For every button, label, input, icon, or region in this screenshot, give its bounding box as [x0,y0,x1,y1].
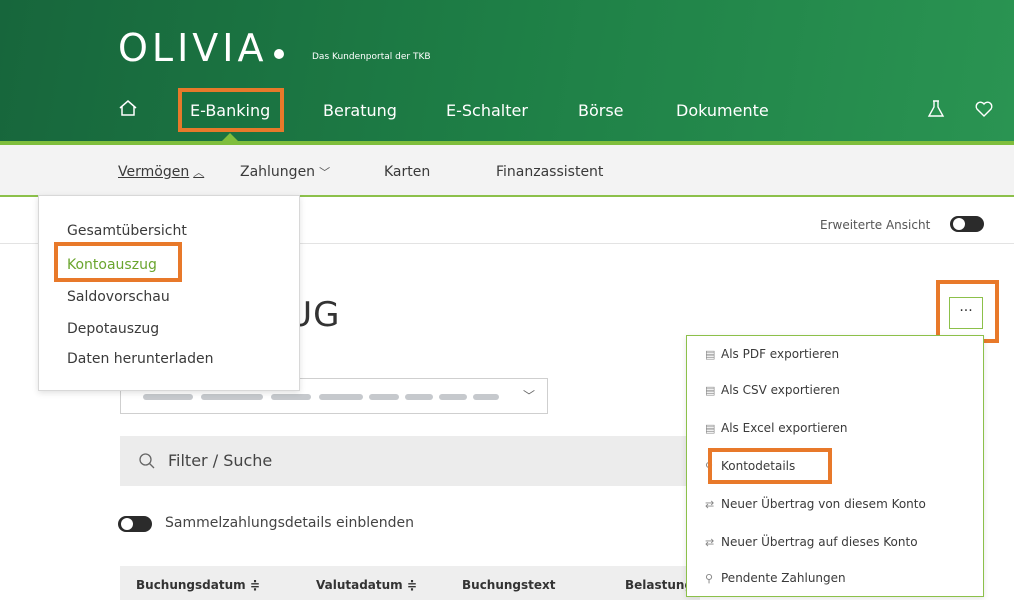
menu-item-depotauszug[interactable]: Depotauszug [67,320,159,338]
menu-item-excel-export[interactable]: ▤ Als Excel exportieren [705,420,847,436]
header: OLIVIA Das Kundenportal der TKB E-Bankin… [0,0,1014,145]
subnav-karten[interactable]: Karten [384,163,430,181]
col-valutadatum[interactable]: Valutadatum ≑ [316,578,417,592]
subnav-finanzassistent[interactable]: Finanzassistent [496,163,603,181]
document-icon: ▤ [705,422,716,435]
col-belastung[interactable]: Belastung [625,578,693,592]
subnav-vermoegen[interactable]: Vermögen ︿ [118,163,204,182]
menu-item-uebertrag-auf[interactable]: ⇄ Neuer Übertrag auf dieses Konto [705,534,918,550]
nav-dokumente[interactable]: Dokumente [676,101,769,121]
tagline: Das Kundenportal der TKB [312,52,431,62]
menu-item-gesamtuebersicht[interactable]: Gesamtübersicht [67,222,187,240]
menu-item-csv-export[interactable]: ▤ Als CSV exportieren [705,382,840,398]
highlight-kontodetails [708,448,832,484]
nav-beratung[interactable]: Beratung [323,101,397,121]
flask-icon[interactable] [926,99,946,119]
active-nav-indicator [222,133,238,141]
col-buchungstext[interactable]: Buchungstext [462,578,556,592]
nav-boerse[interactable]: Börse [578,101,624,121]
menu-item-pdf-export[interactable]: ▤ Als PDF exportieren [705,346,839,362]
search-icon: ⚲ [705,572,714,585]
highlight-kontoauszug [54,242,182,282]
heart-icon[interactable] [974,99,994,119]
menu-item-daten-herunterladen[interactable]: Daten herunterladen [67,350,213,368]
filter-placeholder: Filter / Suche [168,451,273,470]
chevron-down-icon: ﹀ [523,389,536,403]
chevron-up-icon: ︿ [193,166,205,179]
sammelzahlungsdetails-label: Sammelzahlungsdetails einblenden [165,515,414,531]
account-value-blurred [143,394,523,400]
document-icon: ▤ [705,348,716,361]
filter-search-bar[interactable]: Filter / Suche [120,436,700,486]
vermoegen-dropdown: Gesamtübersicht Kontoauszug Saldovorscha… [38,195,300,391]
nav-e-schalter[interactable]: E-Schalter [446,101,528,121]
document-icon: ▤ [705,384,716,397]
sammelzahlungsdetails-toggle[interactable] [118,516,152,532]
erweiterte-ansicht-label: Erweiterte Ansicht [820,218,931,232]
highlight-e-banking [178,88,284,132]
erweiterte-ansicht-toggle[interactable] [950,216,984,232]
menu-item-saldovorschau[interactable]: Saldovorschau [67,288,170,306]
transfer-icon: ⇄ [705,498,715,511]
subnav-zahlungen[interactable]: Zahlungen ﹀ [240,163,330,182]
menu-item-pendente-zahlungen[interactable]: ⚲ Pendente Zahlungen [705,570,846,586]
highlight-more-button [936,280,999,343]
olivia-logo[interactable]: OLIVIA [118,26,284,70]
transfer-icon: ⇄ [705,536,715,549]
chevron-down-icon: ﹀ [319,166,331,179]
search-icon [139,453,155,469]
home-icon[interactable] [118,98,138,118]
menu-item-uebertrag-von[interactable]: ⇄ Neuer Übertrag von diesem Konto [705,496,926,512]
col-buchungsdatum[interactable]: Buchungsdatum ≑ [136,578,260,592]
